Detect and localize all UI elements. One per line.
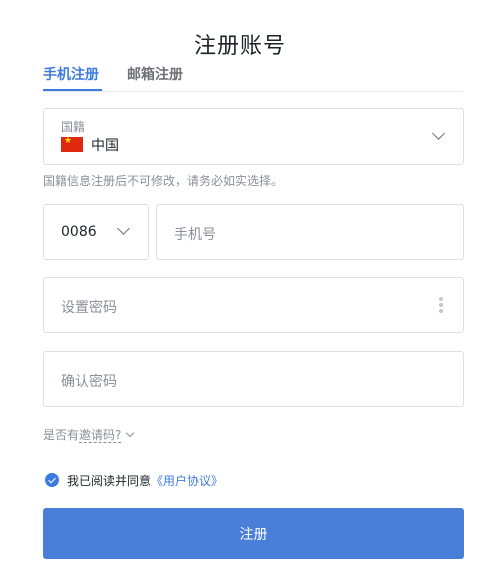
nationality-select[interactable]: 国籍 ★ 中国 <box>43 108 464 165</box>
password-input[interactable]: 设置密码 <box>43 277 464 333</box>
active-tab-indicator <box>43 89 102 91</box>
invite-code-link[interactable]: 邀请码? <box>79 428 122 443</box>
invite-prefix: 是否有 <box>43 428 80 442</box>
confirm-password-input[interactable]: 确认密码 <box>43 351 464 407</box>
country-code-value: 0086 <box>61 224 97 240</box>
nationality-hint: 国籍信息注册后不可修改，请务必如实选择。 <box>43 174 284 188</box>
phone-input[interactable]: 手机号 <box>156 204 464 260</box>
invite-code-toggle[interactable]: 是否有邀请码? <box>43 426 135 443</box>
chevron-down-icon <box>117 222 130 235</box>
tab-phone-register[interactable]: 手机注册 <box>43 64 99 84</box>
page-title: 注册账号 <box>193 34 286 59</box>
register-button[interactable]: 注册 <box>43 508 464 559</box>
chevron-down-icon <box>432 127 445 140</box>
country-code-select[interactable]: 0086 <box>43 204 149 260</box>
agreement-checkbox[interactable] <box>45 473 59 487</box>
confirm-password-placeholder: 确认密码 <box>61 374 117 390</box>
nationality-value: 中国 <box>91 138 119 154</box>
china-flag-icon: ★ <box>61 136 83 152</box>
phone-placeholder: 手机号 <box>174 227 216 243</box>
agreement-text: 我已阅读并同意 <box>67 474 152 488</box>
register-tabs: 手机注册 邮箱注册 <box>43 62 463 92</box>
password-manager-icon[interactable] <box>439 297 443 315</box>
user-agreement-link[interactable]: 《用户协议》 <box>151 474 223 488</box>
chevron-down-icon <box>126 428 135 438</box>
tab-email-register[interactable]: 邮箱注册 <box>127 64 183 84</box>
nationality-label: 国籍 <box>61 120 86 134</box>
password-placeholder: 设置密码 <box>61 300 117 316</box>
